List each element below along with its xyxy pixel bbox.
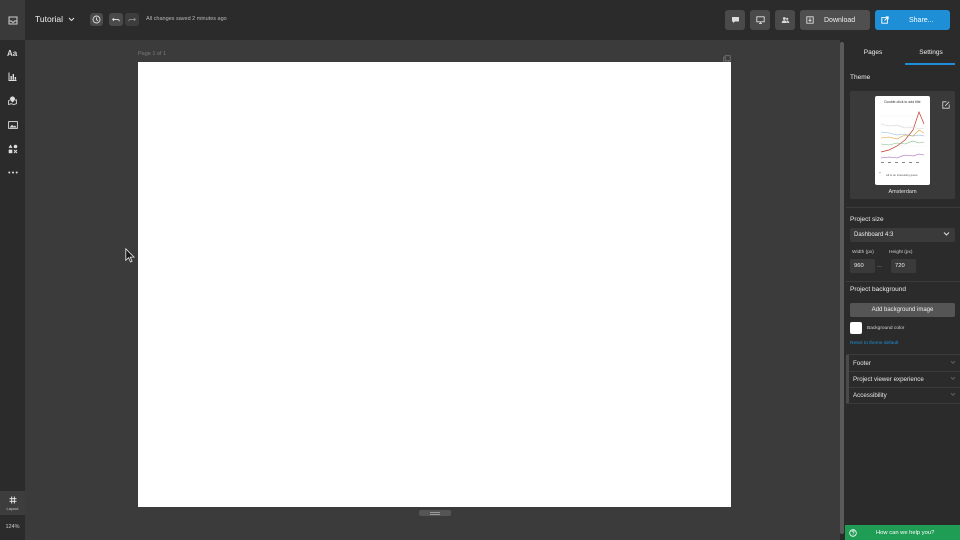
height-input[interactable]: 720 [891,259,916,273]
divider [846,403,960,404]
theme-section-title: Theme [850,74,871,81]
text-tool-button[interactable]: Aa [6,46,19,59]
left-sidebar: Aa [0,40,25,540]
reset-theme-link[interactable]: Reset to theme default [850,341,898,346]
background-color-swatch[interactable] [850,322,862,334]
map-tool-button[interactable] [6,94,19,107]
tab-pages[interactable]: Pages [844,40,902,65]
accordion-accessibility[interactable]: Accessibility [846,387,960,403]
project-size-select[interactable]: Dashboard 4:3 [850,228,955,242]
theme-preview-chart [879,111,926,163]
shapes-tool-button[interactable] [6,142,19,155]
present-button[interactable] [750,10,770,30]
page-indicator: Page 1 of 1 [138,51,167,57]
theme-name: Amsterdam [888,189,917,195]
quote-icon: “ [879,172,881,178]
tab-settings[interactable]: Settings [902,40,960,65]
inbox-icon [8,16,17,24]
comments-button[interactable] [725,10,745,30]
chevron-down-icon [943,232,950,236]
link-aspect-icon[interactable]: ⎯⎯ [877,264,882,270]
help-label: How can we help you? [876,529,935,536]
history-button[interactable] [90,13,103,26]
project-size-value: Dashboard 4:3 [854,232,894,238]
download-label: Download [824,16,856,24]
undo-button[interactable] [109,13,123,26]
save-status: All changes saved 2 minutes ago [146,16,227,22]
mouse-cursor-icon [125,248,135,263]
accordion-label: Accessibility [853,391,887,399]
project-name: Tutorial [35,14,64,24]
panel-tabs: Pages Settings [844,40,960,65]
collaborators-button[interactable] [775,10,795,30]
svg-text:Aa: Aa [7,49,18,57]
accordion-label: Project viewer experience [853,375,924,383]
divider [846,281,960,282]
undo-icon [112,17,120,21]
comment-icon [731,17,739,23]
download-icon [806,16,814,24]
help-button[interactable]: How can we help you? [845,525,960,540]
add-background-image-button[interactable]: Add background image [850,303,955,317]
project-background-title: Project background [850,286,907,293]
edit-icon [942,101,950,109]
theme-preview-quote: All to an interesting quote [886,173,918,177]
text-icon: Aa [7,49,18,57]
divider [846,207,960,208]
page-resize-handle[interactable] [419,510,451,516]
home-button[interactable] [0,0,25,40]
chevron-down-icon [950,392,956,396]
accordion-viewer-experience[interactable]: Project viewer experience [846,371,960,387]
project-name-dropdown[interactable]: Tutorial [35,14,75,24]
width-input[interactable]: 960 [850,259,875,273]
help-circle-icon [849,528,857,537]
top-bar: Tutorial All changes saved 2 minutes ago… [0,0,960,40]
more-tools-button[interactable] [6,166,19,179]
theme-preview-title: Double-click to add title [884,100,921,104]
accordion-footer[interactable]: Footer [846,355,960,371]
share-label: Share... [909,16,934,24]
active-tab-indicator [905,63,955,65]
share-icon [881,16,889,24]
share-button[interactable]: Share... [875,10,950,30]
layout-label: Layout [6,505,19,511]
chevron-down-icon [950,360,956,364]
redo-button[interactable] [125,13,139,26]
layout-button[interactable]: Layout [0,491,25,515]
redo-icon [128,17,136,21]
chevron-down-icon [950,376,956,380]
chart-tool-button[interactable] [6,70,19,83]
accordion-label: Footer [853,359,871,367]
chevron-down-icon [68,17,75,21]
project-size-title: Project size [850,216,884,223]
map-icon [8,96,17,105]
more-icon [7,171,18,174]
monitor-icon [755,16,765,24]
image-tool-button[interactable] [6,118,19,131]
theme-preview: Double-click to add title “ All to an in… [875,96,930,185]
page-canvas[interactable] [138,62,731,507]
width-label: Width (px) [852,250,874,255]
clock-icon [92,15,101,24]
chart-icon [8,72,17,81]
zoom-level[interactable]: 124% [0,524,25,530]
users-icon [781,17,789,23]
shapes-icon [8,144,17,153]
grid-hash-icon [9,496,16,503]
background-color-label: Background color [867,326,905,331]
image-icon [7,120,18,129]
download-button[interactable]: Download [800,10,870,30]
height-label: Height (px) [889,250,913,255]
edit-theme-button[interactable] [942,96,950,114]
